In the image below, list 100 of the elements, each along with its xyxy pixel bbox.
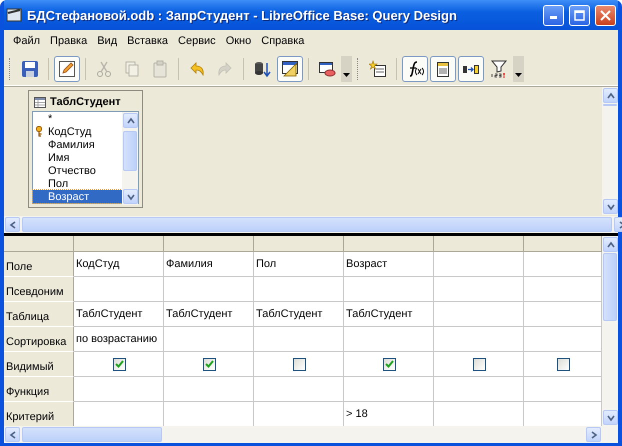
- grid-cell[interactable]: [254, 352, 344, 377]
- grid-cell[interactable]: [344, 352, 434, 377]
- table-window-title: ТаблСтудент: [50, 96, 121, 108]
- grid-cell[interactable]: ТаблСтудент: [164, 302, 254, 327]
- grid-cell[interactable]: [164, 377, 254, 402]
- vertical-scrollbar[interactable]: [602, 87, 618, 215]
- grid-cell[interactable]: [344, 327, 434, 352]
- minimize-button[interactable]: [543, 4, 564, 26]
- toolbar-grip[interactable]: [9, 58, 13, 80]
- scroll-left-button[interactable]: [5, 217, 20, 232]
- scroll-down-button[interactable]: [603, 199, 618, 214]
- toolbar-overflow-button[interactable]: [513, 56, 524, 82]
- grid-cell[interactable]: [254, 402, 344, 426]
- grid-cell[interactable]: [524, 277, 602, 302]
- toolbar-button[interactable]: [430, 56, 456, 82]
- grid-cell[interactable]: [434, 252, 524, 277]
- column-header[interactable]: [164, 236, 254, 252]
- menu-item[interactable]: Вид: [92, 35, 122, 47]
- grid-cell[interactable]: [434, 352, 524, 377]
- column-header[interactable]: [254, 236, 344, 252]
- menu-item[interactable]: Файл: [8, 35, 46, 47]
- grid-cell[interactable]: [434, 327, 524, 352]
- field-list-item[interactable]: Пол: [33, 177, 122, 190]
- grid-cell[interactable]: [524, 377, 602, 402]
- table-window[interactable]: ТаблСтудент * КодСтуд Фамилия Имя Отчество Пол Возраст: [28, 90, 143, 208]
- grid-cell[interactable]: [254, 327, 344, 352]
- grid-cell[interactable]: по возрастанию: [74, 327, 164, 352]
- vertical-scrollbar[interactable]: [602, 236, 618, 426]
- grid-cell[interactable]: Пол: [254, 252, 344, 277]
- menu-item[interactable]: Правка: [45, 35, 92, 47]
- close-button[interactable]: [595, 4, 616, 26]
- grid-cell[interactable]: Фамилия: [164, 252, 254, 277]
- checkbox[interactable]: [383, 358, 396, 370]
- grid-cell[interactable]: Возраст: [344, 252, 434, 277]
- maximize-button[interactable]: [569, 4, 590, 26]
- grid-cell[interactable]: > 18: [344, 402, 434, 426]
- grid-cell[interactable]: [164, 277, 254, 302]
- grid-cell[interactable]: [524, 302, 602, 327]
- column-header[interactable]: [344, 236, 434, 252]
- scroll-left-button[interactable]: [5, 427, 20, 442]
- toolbar-grip[interactable]: [357, 58, 361, 80]
- checkbox[interactable]: [557, 358, 570, 370]
- menu-item[interactable]: Окно: [220, 35, 256, 47]
- filter-icon: [490, 60, 508, 78]
- grid-cell[interactable]: [74, 352, 164, 377]
- add-table-icon: [369, 60, 387, 78]
- field-list-item[interactable]: Фамилия: [33, 138, 122, 151]
- grid-cell[interactable]: [164, 402, 254, 426]
- grid-cell[interactable]: ТаблСтудент: [254, 302, 344, 327]
- grid-cell[interactable]: [524, 402, 602, 426]
- clipboard-icon: [151, 60, 169, 78]
- scroll-down-button[interactable]: [123, 189, 138, 204]
- scroll-down-button[interactable]: [603, 410, 618, 425]
- toolbar-button[interactable]: [402, 56, 428, 82]
- grid-cell[interactable]: [254, 277, 344, 302]
- checkbox[interactable]: [473, 358, 486, 370]
- grid-cell[interactable]: КодСтуд: [74, 252, 164, 277]
- scroll-right-button[interactable]: [586, 427, 601, 442]
- grid-cell[interactable]: [254, 377, 344, 402]
- checkbox[interactable]: [293, 358, 306, 370]
- field-list-item[interactable]: Возраст: [33, 190, 122, 203]
- grid-cell[interactable]: [524, 327, 602, 352]
- grid-cell[interactable]: [344, 277, 434, 302]
- grid-cell[interactable]: ТаблСтудент: [74, 302, 164, 327]
- grid-cell[interactable]: ТаблСтудент: [344, 302, 434, 327]
- grid-cell[interactable]: [434, 302, 524, 327]
- menu-item[interactable]: Вставка: [122, 35, 174, 47]
- scroll-up-button[interactable]: [603, 237, 618, 252]
- grid-cell[interactable]: [524, 352, 602, 377]
- row-label: Таблица: [4, 302, 74, 327]
- column-header[interactable]: [74, 236, 164, 252]
- scroll-up-button[interactable]: [123, 113, 138, 128]
- field-list-item[interactable]: *: [33, 112, 122, 125]
- field-list-item[interactable]: Имя: [33, 151, 122, 164]
- grid-cell[interactable]: [434, 277, 524, 302]
- checkbox[interactable]: [113, 358, 126, 370]
- grid-cell[interactable]: [74, 377, 164, 402]
- chevron-left-icon: [8, 430, 16, 438]
- toolbar-button[interactable]: [54, 56, 80, 82]
- grid-cell[interactable]: [344, 377, 434, 402]
- vertical-scrollbar[interactable]: [122, 112, 138, 205]
- grid-cell[interactable]: [164, 352, 254, 377]
- grid-cell[interactable]: [74, 277, 164, 302]
- column-header[interactable]: [434, 236, 524, 252]
- grid-cell[interactable]: [164, 327, 254, 352]
- scroll-up-button[interactable]: [603, 88, 618, 103]
- checkbox[interactable]: [203, 358, 216, 370]
- grid-cell[interactable]: [434, 377, 524, 402]
- menu-item[interactable]: Справка: [256, 35, 310, 47]
- field-list-item[interactable]: КодСтуд: [33, 125, 122, 138]
- toolbar-button[interactable]: [277, 56, 303, 82]
- horizontal-scrollbar[interactable]: [4, 426, 618, 443]
- field-list-item[interactable]: Отчество: [33, 164, 122, 177]
- grid-cell[interactable]: [74, 402, 164, 426]
- grid-cell[interactable]: [434, 402, 524, 426]
- menu-item[interactable]: Сервис: [173, 35, 221, 47]
- toolbar-overflow-button[interactable]: [341, 56, 352, 82]
- caret-icon: [343, 72, 350, 76]
- grid-cell[interactable]: [524, 252, 602, 277]
- toolbar-button[interactable]: [458, 56, 484, 82]
